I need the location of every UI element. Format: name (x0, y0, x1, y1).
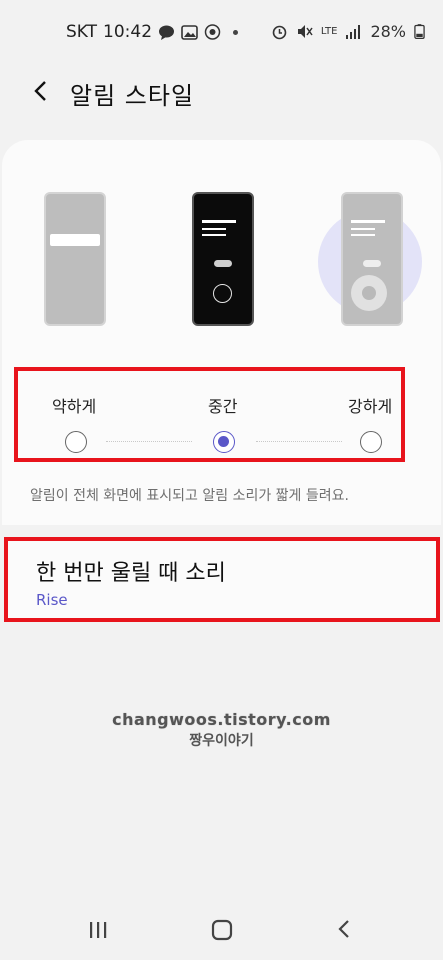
app-header: 알림 스타일 (0, 66, 443, 126)
home-icon[interactable] (211, 919, 233, 941)
option-connector (256, 441, 342, 442)
back-arrow-icon (34, 81, 46, 101)
watermark-name: 짱우이야기 (189, 733, 254, 749)
preview-line (351, 220, 385, 223)
battery-percent: 28% (370, 22, 406, 41)
location-badge-icon (204, 23, 221, 40)
weak-preview-phone (44, 192, 106, 326)
navigation-bar (0, 900, 443, 960)
preview-line (202, 220, 236, 223)
medium-preview-phone (192, 192, 254, 326)
once-sound-setting[interactable]: 한 번만 울릴 때 소리 Rise (4, 537, 440, 622)
option-medium-label: 중간 (208, 397, 238, 416)
recent-apps-icon[interactable] (88, 920, 108, 940)
talk-icon (159, 25, 175, 40)
alarm-icon (272, 25, 287, 40)
option-connector (106, 441, 192, 442)
notification-more-dot (233, 29, 239, 35)
gallery-icon (181, 24, 198, 40)
preview-dismiss-ring (213, 284, 232, 303)
watermark-url: changwoos.tistory.com (112, 710, 331, 729)
option-strong-label: 강하게 (348, 397, 393, 416)
radio-strong[interactable] (360, 431, 382, 453)
preview-pill (363, 260, 381, 267)
preview-line (202, 228, 226, 230)
radio-medium[interactable] (213, 431, 235, 453)
intensity-description: 알림이 전체 화면에 표시되고 알림 소리가 짧게 들려요. (30, 488, 349, 504)
status-bar-right: LTE 28% (271, 22, 425, 41)
preview-line (351, 228, 375, 230)
preview-line (351, 234, 375, 236)
nav-back-icon[interactable] (336, 918, 352, 940)
notification-style-card (2, 140, 441, 525)
signal-icon (346, 25, 361, 39)
back-button[interactable] (24, 74, 58, 108)
preview-line (202, 234, 226, 236)
preview-banner (50, 234, 100, 246)
carrier-label: SKT (66, 22, 98, 42)
clock: 10:42 (103, 22, 153, 42)
page-title: 알림 스타일 (70, 82, 195, 110)
status-bar: SKT 10:42 LTE 28% (0, 0, 443, 66)
once-sound-title: 한 번만 울릴 때 소리 (36, 561, 226, 586)
battery-icon (414, 24, 425, 40)
option-weak-label: 약하게 (52, 397, 97, 416)
once-sound-value: Rise (36, 591, 68, 609)
preview-pill (214, 260, 232, 267)
strong-preview-phone (341, 192, 403, 326)
status-bar-left: SKT 10:42 (66, 22, 239, 42)
mute-icon (297, 25, 313, 38)
intensity-selector: 약하게 중간 강하게 (14, 367, 405, 462)
radio-weak[interactable] (65, 431, 87, 453)
network-type: LTE (320, 26, 338, 37)
preview-dismiss-dot (362, 286, 376, 300)
